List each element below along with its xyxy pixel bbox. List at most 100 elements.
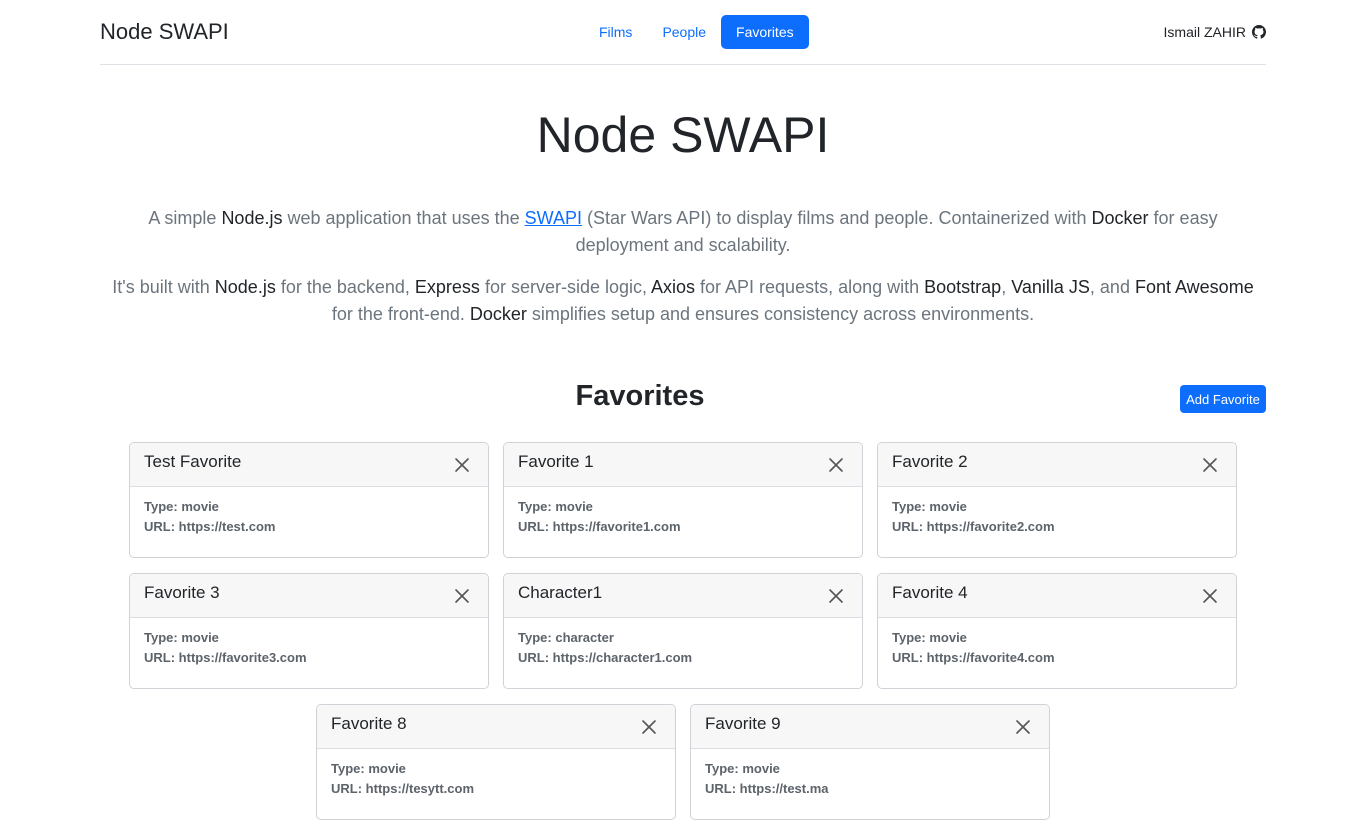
favorite-type: movie <box>555 499 593 514</box>
favorite-name: Favorite 1 <box>518 452 594 471</box>
card-body: Type: movie URL: https://tesytt.com <box>317 749 675 809</box>
stack-text: , <box>1001 277 1012 297</box>
favorite-type: movie <box>368 761 406 776</box>
nav-people[interactable]: People <box>647 15 721 49</box>
favorite-url-row: URL: https://test.ma <box>705 779 1035 799</box>
intro-text: (Star Wars API) to display films and peo… <box>581 208 1092 228</box>
favorite-url: https://test.com <box>178 519 276 534</box>
favorite-type-row: Type: movie <box>144 628 474 648</box>
type-label: Type: <box>331 761 365 776</box>
favorite-url-row: URL: https://character1.com <box>518 648 848 668</box>
type-label: Type: <box>705 761 739 776</box>
favorite-card: Favorite 9 Type: movie URL: https://test… <box>690 704 1050 820</box>
card-header: Favorite 8 <box>317 705 675 749</box>
type-label: Type: <box>518 499 552 514</box>
main-nav: Films People Favorites <box>584 15 809 49</box>
highlight-docker: Docker <box>469 304 527 324</box>
close-icon[interactable] <box>828 457 844 473</box>
favorite-type: movie <box>929 630 967 645</box>
favorite-type: movie <box>742 761 780 776</box>
close-icon[interactable] <box>1015 719 1031 735</box>
github-icon <box>1252 25 1266 39</box>
brand-link[interactable]: Node SWAPI <box>100 19 229 45</box>
favorite-url-row: URL: https://favorite3.com <box>144 648 474 668</box>
card-body: Type: movie URL: https://favorite2.com <box>878 487 1236 547</box>
favorite-url: https://tesytt.com <box>365 781 475 796</box>
nav-films[interactable]: Films <box>584 15 647 49</box>
card-header: Test Favorite <box>130 443 488 487</box>
card-header: Favorite 2 <box>878 443 1236 487</box>
highlight-bootstrap: Bootstrap <box>924 277 1002 297</box>
favorite-name: Favorite 2 <box>892 452 968 471</box>
url-label: URL: <box>518 519 550 534</box>
favorite-card: Test Favorite Type: movie URL: https://t… <box>129 442 489 558</box>
card-body: Type: movie URL: https://test.ma <box>691 749 1049 809</box>
favorite-url: https://favorite1.com <box>552 519 681 534</box>
stack-paragraph: It's built with Node.js for the backend,… <box>110 274 1256 328</box>
stack-text: for server-side logic, <box>479 277 651 297</box>
card-header: Favorite 1 <box>504 443 862 487</box>
type-label: Type: <box>892 630 926 645</box>
intro-paragraph: A simple Node.js web application that us… <box>110 205 1256 259</box>
favorite-type: character <box>555 630 614 645</box>
favorite-name: Favorite 9 <box>705 714 781 733</box>
nav-favorites[interactable]: Favorites <box>721 15 809 49</box>
close-icon[interactable] <box>1202 457 1218 473</box>
close-icon[interactable] <box>641 719 657 735</box>
favorite-name: Favorite 3 <box>144 583 220 602</box>
highlight-express: Express <box>414 277 480 297</box>
type-label: Type: <box>144 630 178 645</box>
favorite-card: Favorite 4 Type: movie URL: https://favo… <box>877 573 1237 689</box>
type-label: Type: <box>518 630 552 645</box>
author-name: Ismail ZAHIR <box>1163 24 1246 40</box>
favorite-url-row: URL: https://favorite4.com <box>892 648 1222 668</box>
type-label: Type: <box>892 499 926 514</box>
card-header: Favorite 4 <box>878 574 1236 618</box>
highlight-vanilla-js: Vanilla JS <box>1011 277 1090 297</box>
intro-text: A simple <box>148 208 222 228</box>
stack-text: It's built with <box>112 277 215 297</box>
favorite-type-row: Type: movie <box>892 497 1222 517</box>
url-label: URL: <box>518 650 550 665</box>
favorite-url: https://favorite4.com <box>926 650 1055 665</box>
favorite-card: Favorite 8 Type: movie URL: https://tesy… <box>316 704 676 820</box>
url-label: URL: <box>331 781 363 796</box>
favorite-url-row: URL: https://favorite1.com <box>518 517 848 537</box>
favorite-type: movie <box>181 499 219 514</box>
add-favorite-button[interactable]: Add Favorite <box>1180 385 1266 413</box>
favorite-type: movie <box>181 630 219 645</box>
card-header: Character1 <box>504 574 862 618</box>
card-header: Favorite 9 <box>691 705 1049 749</box>
favorite-card: Favorite 1 Type: movie URL: https://favo… <box>503 442 863 558</box>
intro-text: web application that uses the <box>282 208 525 228</box>
favorite-url: https://test.ma <box>739 781 829 796</box>
stack-text: for the front-end. <box>331 304 470 324</box>
highlight-font-awesome: Font Awesome <box>1134 277 1254 297</box>
url-label: URL: <box>705 781 737 796</box>
favorite-url: https://favorite2.com <box>926 519 1055 534</box>
card-body: Type: movie URL: https://favorite4.com <box>878 618 1236 678</box>
close-icon[interactable] <box>1202 588 1218 604</box>
highlight-axios: Axios <box>651 277 696 297</box>
close-icon[interactable] <box>828 588 844 604</box>
author-link[interactable]: Ismail ZAHIR <box>1164 24 1266 40</box>
highlight-nodejs: Node.js <box>221 208 283 228</box>
close-icon[interactable] <box>454 457 470 473</box>
card-header: Favorite 3 <box>130 574 488 618</box>
favorite-name: Favorite 8 <box>331 714 407 733</box>
card-body: Type: movie URL: https://favorite3.com <box>130 618 488 678</box>
stack-text: , and <box>1089 277 1135 297</box>
favorite-name: Test Favorite <box>144 452 242 471</box>
card-body: Type: movie URL: https://favorite1.com <box>504 487 862 547</box>
favorite-type-row: Type: movie <box>144 497 474 517</box>
favorite-type-row: Type: character <box>518 628 848 648</box>
favorite-name: Character1 <box>518 583 603 602</box>
swapi-link[interactable]: SWAPI <box>525 208 582 228</box>
favorite-card: Favorite 3 Type: movie URL: https://favo… <box>129 573 489 689</box>
close-icon[interactable] <box>454 588 470 604</box>
favorite-type: movie <box>929 499 967 514</box>
stack-text: for API requests, along with <box>695 277 925 297</box>
url-label: URL: <box>892 650 924 665</box>
card-body: Type: character URL: https://character1.… <box>504 618 862 678</box>
url-label: URL: <box>144 519 176 534</box>
